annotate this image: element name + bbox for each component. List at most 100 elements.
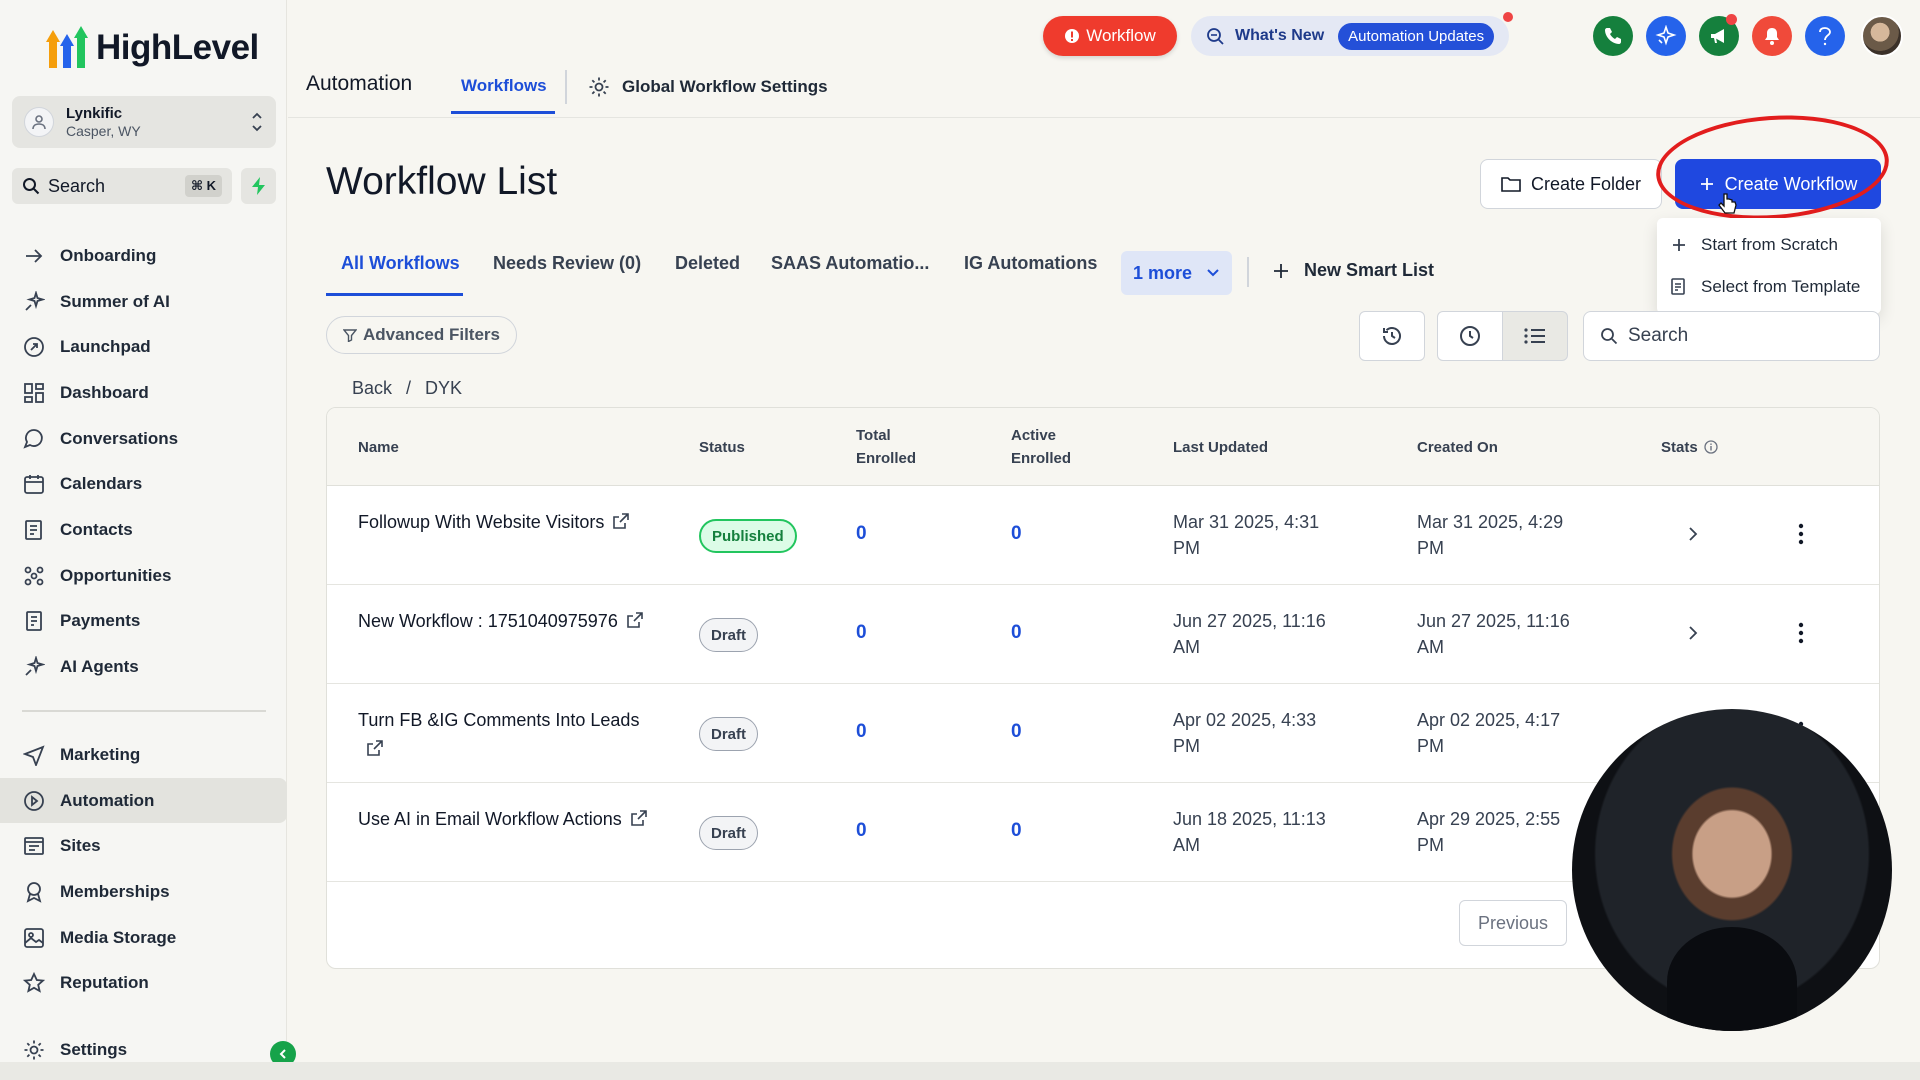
ai-assistant-button[interactable] xyxy=(1646,16,1686,56)
sidebar-item-opportunities[interactable]: Opportunities xyxy=(0,553,287,599)
external-link-icon[interactable] xyxy=(612,512,630,530)
search-placeholder: Search xyxy=(1628,325,1689,346)
sidebar-item-label: Calendars xyxy=(60,474,143,494)
sidebar-item-ai-agents[interactable]: AI Agents xyxy=(0,644,287,690)
sidebar-item-memberships[interactable]: Memberships xyxy=(0,869,287,915)
clock-icon xyxy=(1460,326,1480,346)
sidebar-item-sites[interactable]: Sites xyxy=(0,823,287,869)
more-vertical-icon[interactable] xyxy=(1797,522,1805,546)
col-stats: Stats xyxy=(1661,408,1718,486)
info-icon[interactable] xyxy=(1704,440,1718,454)
plus-icon xyxy=(1274,263,1288,278)
breadcrumb-back[interactable]: Back xyxy=(352,378,392,399)
sidebar-item-payments[interactable]: Payments xyxy=(0,599,287,645)
brand-logo[interactable]: HighLevel xyxy=(46,26,259,70)
sidebar-item-onboarding[interactable]: Onboarding xyxy=(0,233,287,279)
chat-icon xyxy=(22,427,46,451)
sidebar-item-label: Media Storage xyxy=(60,927,177,947)
col-created-on: Created On xyxy=(1417,438,1498,456)
created-on-line2: PM xyxy=(1417,736,1444,756)
col-active-enrolled: Active Enrolled xyxy=(1011,408,1071,486)
status-badge: Draft xyxy=(699,717,759,751)
announcements-button[interactable] xyxy=(1699,14,1739,56)
advanced-filters-button[interactable]: Advanced Filters xyxy=(326,316,517,354)
table-row[interactable]: Followup With Website Visitors Published… xyxy=(327,486,1879,585)
list-view-button[interactable] xyxy=(1502,311,1568,361)
external-link-icon[interactable] xyxy=(626,611,644,629)
sidebar-item-label: Onboarding xyxy=(60,245,157,265)
tabs-divider xyxy=(1247,257,1249,287)
sidebar-item-label: Contacts xyxy=(60,519,133,539)
col-total-enrolled: Total Enrolled xyxy=(856,408,916,486)
user-icon xyxy=(32,115,46,130)
total-enrolled-count[interactable]: 0 xyxy=(856,523,867,545)
announcement-dot xyxy=(1726,14,1737,25)
external-link-icon[interactable] xyxy=(366,739,384,757)
account-location: Casper, WY xyxy=(66,123,141,139)
phone-button[interactable] xyxy=(1593,16,1633,56)
sidebar-item-calendars[interactable]: Calendars xyxy=(0,461,287,507)
workflow-name[interactable]: Use AI in Email Workflow Actions xyxy=(358,805,648,834)
sidebar-search[interactable]: Search ⌘ K xyxy=(12,168,232,204)
quick-action-button[interactable] xyxy=(241,168,276,204)
whats-new-pill[interactable]: What's New Automation Updates xyxy=(1191,16,1509,56)
chevron-right-icon[interactable] xyxy=(1687,525,1699,543)
create-workflow-dropdown: Start from Scratch Select from Template xyxy=(1657,218,1881,314)
previous-page-button[interactable]: Previous xyxy=(1459,900,1567,946)
help-button[interactable] xyxy=(1805,16,1845,56)
sidebar-item-media-storage[interactable]: Media Storage xyxy=(0,915,287,961)
automation-updates-badge[interactable]: Automation Updates xyxy=(1338,22,1495,50)
workflow-name-text: Followup With Website Visitors xyxy=(358,512,605,532)
chevron-right-icon[interactable] xyxy=(1687,624,1699,642)
workflow-search-input[interactable]: Search xyxy=(1583,311,1880,361)
workflow-name[interactable]: Turn FB &IG Comments Into Leads xyxy=(358,706,648,764)
folder-icon xyxy=(1501,177,1521,192)
tab-ig-automations[interactable]: IG Automations xyxy=(964,253,1097,274)
sidebar-item-contacts[interactable]: Contacts xyxy=(0,507,287,553)
total-enrolled-count[interactable]: 0 xyxy=(856,622,867,644)
workflow-alert-pill[interactable]: Workflow xyxy=(1043,16,1177,56)
notifications-button[interactable] xyxy=(1752,16,1792,56)
sidebar-item-marketing[interactable]: Marketing xyxy=(0,732,287,778)
history-button[interactable] xyxy=(1359,311,1425,361)
image-icon xyxy=(22,926,46,950)
sidebar-item-conversations[interactable]: Conversations xyxy=(0,416,287,462)
sidebar-item-reputation[interactable]: Reputation xyxy=(0,960,287,1006)
more-vertical-icon[interactable] xyxy=(1797,621,1805,645)
tab-active-indicator xyxy=(326,293,463,296)
create-folder-button[interactable]: Create Folder xyxy=(1480,159,1662,209)
account-switcher[interactable]: Lynkific Casper, WY xyxy=(12,96,276,148)
tab-workflows[interactable]: Workflows xyxy=(461,76,547,96)
last-updated-line2: PM xyxy=(1173,736,1200,756)
active-enrolled-count[interactable]: 0 xyxy=(1011,622,1022,644)
total-enrolled-count[interactable]: 0 xyxy=(856,820,867,842)
last-updated-line2: AM xyxy=(1173,637,1200,657)
sidebar-item-label: Launchpad xyxy=(60,337,151,357)
tab-all-workflows[interactable]: All Workflows xyxy=(341,253,460,274)
active-enrolled-count[interactable]: 0 xyxy=(1011,721,1022,743)
workflow-name[interactable]: New Workflow : 1751040975976 xyxy=(358,607,648,636)
tab-global-workflow-settings[interactable]: Global Workflow Settings xyxy=(588,76,828,98)
table-row[interactable]: New Workflow : 1751040975976 Draft 0 0 J… xyxy=(327,585,1879,684)
sidebar-item-automation[interactable]: Automation xyxy=(0,777,287,824)
active-enrolled-count[interactable]: 0 xyxy=(1011,820,1022,842)
plus-icon xyxy=(1673,239,1685,251)
external-link-icon[interactable] xyxy=(630,809,648,827)
tab-saas-automations[interactable]: SAAS Automatio... xyxy=(771,253,929,274)
user-avatar[interactable] xyxy=(1861,15,1903,57)
workflow-name[interactable]: Followup With Website Visitors xyxy=(358,508,648,537)
tab-needs-review[interactable]: Needs Review (0) xyxy=(493,253,641,274)
new-smart-list-button[interactable]: New Smart List xyxy=(1272,260,1434,281)
clock-view-button[interactable] xyxy=(1437,311,1503,361)
select-from-template-option[interactable]: Select from Template xyxy=(1657,266,1881,308)
sidebar-item-summer-of-ai[interactable]: Summer of AI xyxy=(0,279,287,325)
active-enrolled-count[interactable]: 0 xyxy=(1011,523,1022,545)
sidebar-item-dashboard[interactable]: Dashboard xyxy=(0,370,287,416)
start-from-scratch-option[interactable]: Start from Scratch xyxy=(1657,224,1881,266)
tab-more-dropdown[interactable]: 1 more xyxy=(1121,251,1232,295)
sidebar-item-launchpad[interactable]: Launchpad xyxy=(0,324,287,370)
tab-deleted[interactable]: Deleted xyxy=(675,253,740,274)
notification-dot xyxy=(1503,12,1513,22)
total-enrolled-count[interactable]: 0 xyxy=(856,721,867,743)
last-updated-date: Apr 02 2025, 4:33 PM xyxy=(1173,707,1373,759)
